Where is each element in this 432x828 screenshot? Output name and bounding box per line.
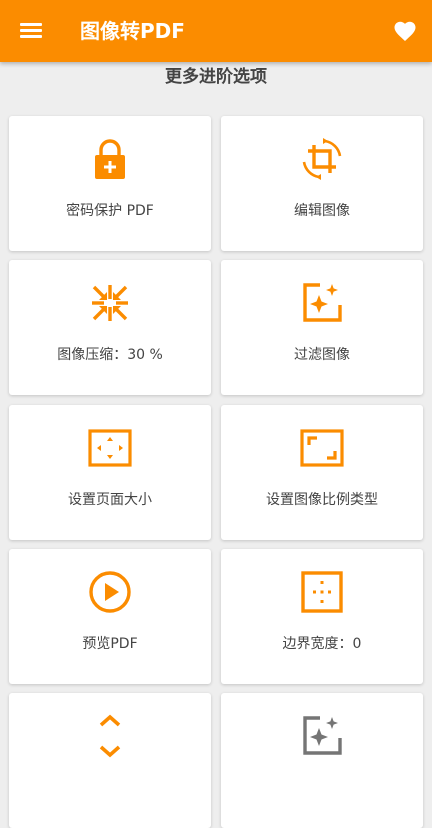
reorder-card[interactable] — [9, 693, 211, 828]
image-compression-card[interactable]: 图像压缩：30 % — [9, 260, 211, 395]
password-protect-card[interactable]: 密码保护 PDF — [9, 116, 211, 251]
border-width-icon — [301, 571, 343, 613]
card-label: 设置页面大小 — [68, 492, 152, 508]
image-filter-icon — [303, 283, 342, 322]
card-label: 预览PDF — [82, 636, 138, 652]
grayscale-filter-card[interactable] — [221, 693, 423, 828]
section-title: 更多进阶选项 — [165, 67, 267, 87]
app-bar: 图像转PDF — [0, 0, 432, 62]
grayscale-filter-icon — [303, 716, 342, 755]
card-label: 过滤图像 — [294, 347, 350, 363]
crop-rotate-icon — [302, 138, 342, 180]
card-label: 编辑图像 — [294, 203, 350, 219]
heart-icon[interactable] — [393, 20, 417, 42]
card-label: 图像压缩：30 % — [57, 347, 163, 363]
page-size-card[interactable]: 设置页面大小 — [9, 405, 211, 540]
app-title: 图像转PDF — [80, 19, 185, 43]
card-label: 密码保护 PDF — [66, 203, 154, 219]
image-scale-type-card[interactable]: 设置图像比例类型 — [221, 405, 423, 540]
edit-image-card[interactable]: 编辑图像 — [221, 116, 423, 251]
card-label: 设置图像比例类型 — [266, 492, 378, 508]
card-label: 边界宽度：0 — [282, 636, 362, 652]
reorder-icon — [99, 714, 121, 758]
preview-pdf-card[interactable]: 预览PDF — [9, 549, 211, 684]
play-circle-icon — [89, 571, 131, 613]
lock-plus-icon — [95, 139, 125, 179]
border-width-card[interactable]: 边界宽度：0 — [221, 549, 423, 684]
page-size-icon — [88, 429, 132, 467]
compress-icon — [92, 285, 128, 321]
filter-image-card[interactable]: 过滤图像 — [221, 260, 423, 395]
aspect-ratio-icon — [300, 429, 344, 467]
menu-icon[interactable] — [20, 20, 42, 40]
